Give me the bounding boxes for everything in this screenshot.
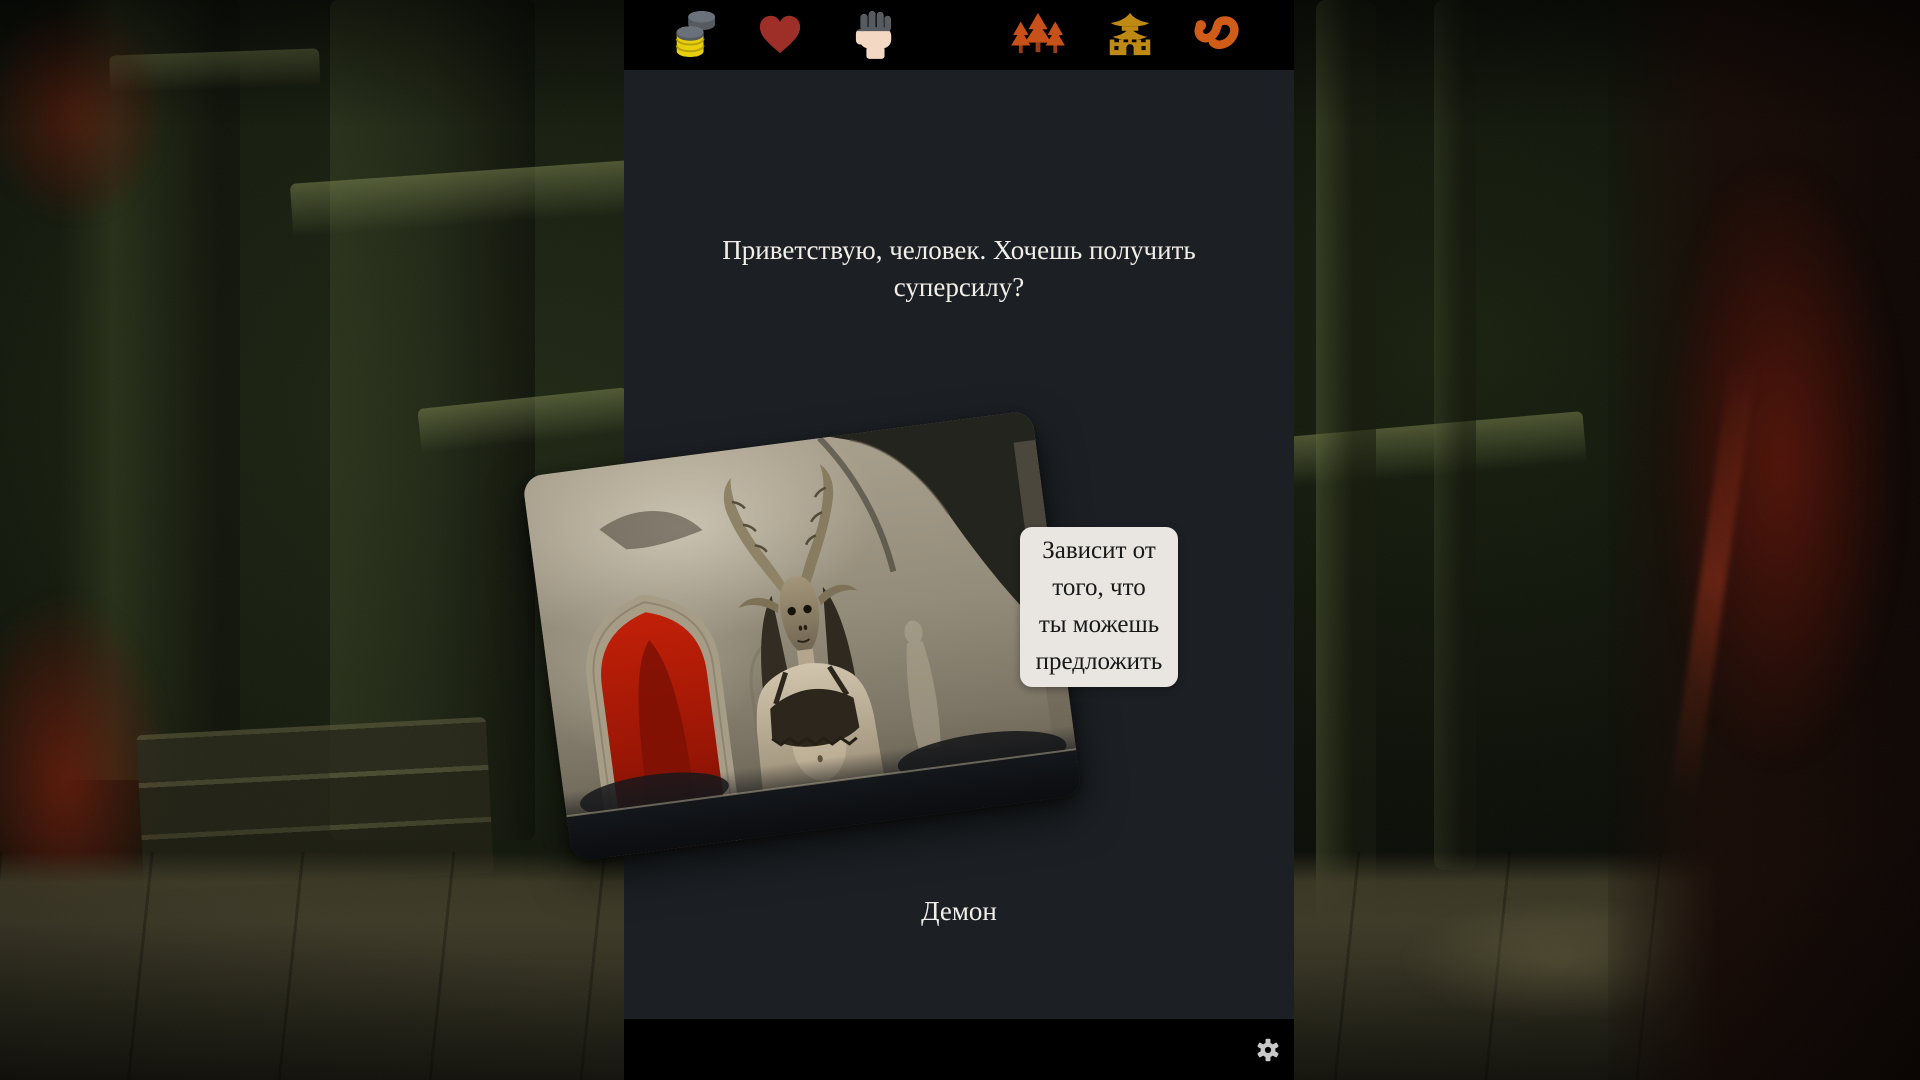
answer-line: предложить [1022,643,1176,680]
serpent-resource [1191,13,1243,60]
answer-line: Зависит от [1022,532,1176,569]
npc-question-text: Приветствую, человек. Хочешь получить су… [624,232,1294,306]
bottom-bar [624,1019,1294,1080]
demon-card[interactable] [522,410,1082,862]
answer-bubble: Зависит от того, что ты можешь предложит… [1020,527,1178,687]
health-resource [757,14,803,61]
settings-button[interactable] [1254,1036,1282,1064]
heart-icon [757,14,803,56]
temple-icon [1104,11,1156,57]
coin-stack-icon [670,9,716,59]
worm-icon [1191,13,1243,55]
fist-icon [854,8,896,60]
gear-icon [1256,1038,1280,1062]
forest-resource [1009,11,1067,62]
strength-resource [854,8,896,65]
coins-resource [670,9,716,64]
demon-card-artwork [522,410,1082,862]
answer-line: того, что [1022,569,1176,606]
resource-bar [624,0,1294,70]
temple-resource [1104,11,1156,62]
character-name: Демон [624,896,1294,927]
game-screen: Приветствую, человек. Хочешь получить су… [0,0,1920,1080]
answer-line: ты можешь [1022,606,1176,643]
npc-question-label: Приветствую, человек. Хочешь получить су… [689,232,1229,306]
pine-trees-icon [1009,11,1067,57]
